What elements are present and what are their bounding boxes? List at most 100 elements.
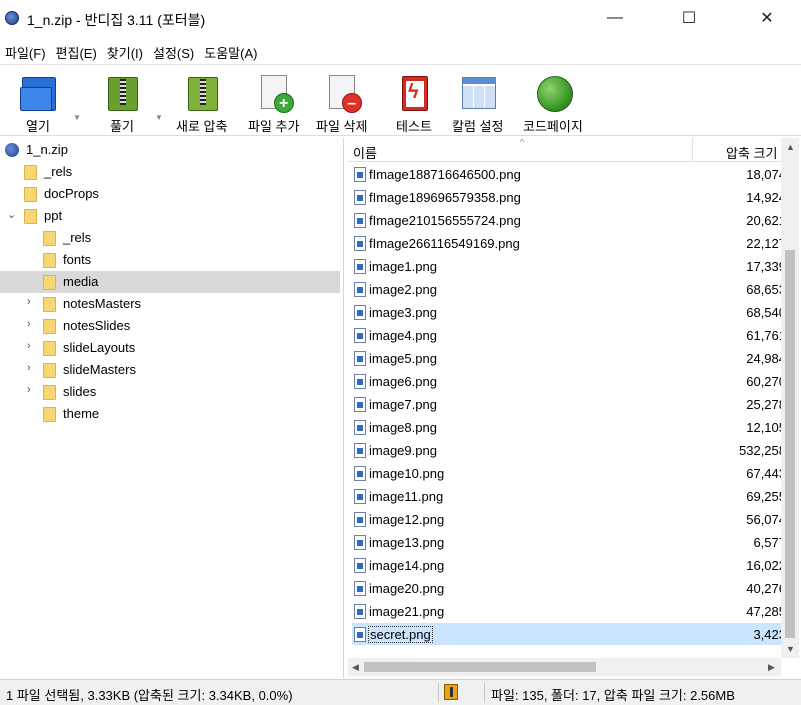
scroll-down-arrow-icon[interactable]: ▼ [786, 644, 795, 654]
file-row[interactable]: image4.png 61,761 [352, 324, 790, 346]
image-file-icon [354, 443, 366, 458]
open-button[interactable]: 열기 [18, 73, 58, 135]
file-row[interactable]: image10.png 67,443 [352, 462, 790, 484]
horizontal-scroll-thumb[interactable] [364, 662, 596, 672]
test-label: 테스트 [396, 119, 432, 134]
vertical-scrollbar[interactable]: ▲ ▼ [781, 138, 799, 658]
status-separator [484, 683, 485, 703]
file-size: 17,339 [746, 259, 786, 274]
tree-root[interactable]: 1_n.zip [0, 139, 340, 161]
chevron-right-icon[interactable]: › [27, 362, 31, 374]
file-row[interactable]: image6.png 60,270 [352, 370, 790, 392]
tree-item-fonts[interactable]: fonts [0, 249, 340, 271]
file-name: image8.png [369, 420, 437, 435]
delete-file-label: 파일 삭제 [316, 119, 368, 134]
folder-tree: 1_n.zip _rels docProps ⌄ ppt _rels fonts… [0, 138, 344, 678]
folder-icon [43, 341, 56, 356]
file-row[interactable]: image12.png 56,074 [352, 508, 790, 530]
scroll-right-arrow-icon[interactable]: ▶ [768, 662, 775, 673]
file-name: fImage188716646500.png [369, 167, 521, 182]
file-row[interactable]: image7.png 25,278 [352, 393, 790, 415]
tree-item-slidemasters[interactable]: › slideMasters [0, 359, 340, 381]
horizontal-scrollbar[interactable]: ◀ ▶ [348, 658, 781, 676]
image-file-icon [354, 558, 366, 573]
file-row[interactable]: image11.png 69,255 [352, 485, 790, 507]
menu-find[interactable]: 찾기(I) [102, 40, 148, 62]
column-header-size[interactable]: 압축 크기 [726, 143, 777, 162]
tree-item-notesslides[interactable]: › notesSlides [0, 315, 340, 337]
open-label: 열기 [26, 119, 50, 134]
file-row[interactable]: image5.png 24,984 [352, 347, 790, 369]
column-divider[interactable] [692, 138, 693, 162]
folder-icon [24, 209, 37, 224]
minimize-button[interactable]: — [592, 0, 638, 36]
file-row[interactable]: fImage210156555724.png 20,621 [352, 209, 790, 231]
menu-file[interactable]: 파일(F) [0, 40, 51, 62]
file-size: 22,127 [746, 236, 786, 251]
extract-button[interactable]: 풀기 [102, 73, 142, 135]
extract-dropdown-arrow[interactable]: ▼ [155, 113, 163, 122]
add-file-button[interactable]: + 파일 추가 [248, 73, 299, 135]
tree-item-slides[interactable]: › slides [0, 381, 340, 403]
file-row[interactable]: image1.png 17,339 [352, 255, 790, 277]
file-name: image11.png [369, 489, 444, 504]
tree-item-media[interactable]: media [0, 271, 340, 293]
test-button[interactable]: ϟ 테스트 [394, 73, 434, 135]
image-file-icon [354, 512, 366, 527]
file-row[interactable]: fImage188716646500.png 18,074 [352, 163, 790, 185]
close-button[interactable]: ✕ [744, 0, 790, 36]
tree-item-notesmasters[interactable]: › notesMasters [0, 293, 340, 315]
chevron-right-icon[interactable]: › [27, 296, 31, 308]
file-row[interactable]: image8.png 12,105 [352, 416, 790, 438]
selection-status: 1 파일 선택됨, 3.33KB (압축된 크기: 3.34KB, 0.0%) [6, 688, 293, 703]
title-bar: 1_n.zip - 반디집 3.11 (포터블) — ☐ ✕ [0, 0, 801, 38]
scroll-up-arrow-icon[interactable]: ▲ [786, 142, 795, 152]
new-archive-icon [182, 73, 222, 113]
chevron-right-icon[interactable]: › [27, 340, 31, 352]
open-dropdown-arrow[interactable]: ▼ [73, 113, 81, 122]
menu-help[interactable]: 도움말(A) [199, 40, 262, 62]
column-settings-button[interactable]: 칼럼 설정 [452, 73, 503, 135]
file-row[interactable]: image2.png 68,653 [352, 278, 790, 300]
file-row[interactable]: fImage189696579358.png 14,924 [352, 186, 790, 208]
menu-edit[interactable]: 편집(E) [51, 40, 102, 62]
delete-file-button[interactable]: – 파일 삭제 [316, 73, 367, 135]
image-file-icon [354, 190, 366, 205]
column-header-name[interactable]: 이름 [353, 143, 377, 162]
file-size: 68,540 [746, 305, 786, 320]
tree-item-ppt[interactable]: ⌄ ppt [0, 205, 340, 227]
column-settings-label: 칼럼 설정 [452, 119, 504, 134]
archive-icon [5, 143, 19, 157]
tree-item-docprops[interactable]: docProps [0, 183, 340, 205]
file-row[interactable]: image20.png 40,276 [352, 577, 790, 599]
tree-item-slidelayouts[interactable]: › slideLayouts [0, 337, 340, 359]
file-name: image6.png [369, 374, 437, 389]
folder-icon [43, 385, 56, 400]
file-row[interactable]: fImage266116549169.png 22,127 [352, 232, 790, 254]
file-name: secret.png [368, 626, 433, 643]
chevron-right-icon[interactable]: › [27, 384, 31, 396]
image-file-icon [354, 397, 366, 412]
file-row[interactable]: image14.png 16,022 [352, 554, 790, 576]
file-row[interactable]: image3.png 68,540 [352, 301, 790, 323]
file-row[interactable]: secret.png 3,423 [352, 623, 790, 645]
file-size: 40,276 [746, 581, 786, 596]
file-size: 47,285 [746, 604, 786, 619]
scroll-left-arrow-icon[interactable]: ◀ [352, 662, 359, 673]
chevron-right-icon[interactable]: › [27, 318, 31, 330]
file-row[interactable]: image9.png 532,258 [352, 439, 790, 461]
vertical-scroll-thumb[interactable] [785, 250, 795, 638]
menu-settings[interactable]: 설정(S) [148, 40, 199, 62]
maximize-button[interactable]: ☐ [666, 0, 712, 36]
chevron-down-icon[interactable]: ⌄ [7, 208, 16, 221]
file-size: 69,255 [746, 489, 786, 504]
file-row[interactable]: image21.png 47,285 [352, 600, 790, 622]
tree-item-ppt-rels[interactable]: _rels [0, 227, 340, 249]
tree-item-theme[interactable]: theme [0, 403, 340, 425]
file-name: image5.png [369, 351, 437, 366]
tree-item-rels[interactable]: _rels [0, 161, 340, 183]
file-row[interactable]: image13.png 6,577 [352, 531, 790, 553]
new-archive-button[interactable]: 새로 압축 [176, 73, 227, 135]
codepage-button[interactable]: 코드페이지 [523, 73, 583, 135]
bandizip-app-icon [5, 11, 19, 25]
